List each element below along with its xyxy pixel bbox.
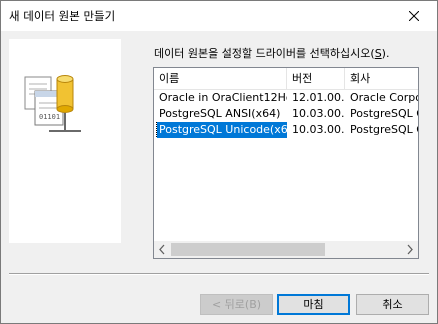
horizontal-scrollbar[interactable]	[154, 241, 418, 258]
svg-text:01101: 01101	[39, 113, 60, 121]
scrollbar-thumb[interactable]	[171, 243, 325, 256]
driver-company: PostgreSQL Gl	[350, 123, 418, 136]
driver-name-cell: PostgreSQL Unicode(x64)	[154, 122, 287, 138]
finish-button[interactable]: 마침	[277, 294, 350, 315]
list-item[interactable]: Oracle in OraClient12Home1 12.01.00.02 O…	[154, 90, 418, 106]
column-header-company[interactable]: 회사	[345, 68, 418, 89]
dialog-client-area: 01101 데이터 원본을 설정할 드라이버를 선택하십시오(S). 이름 버전	[1, 31, 437, 323]
list-item-selected[interactable]: PostgreSQL Unicode(x64) 10.03.00.00 Post…	[154, 122, 418, 138]
list-item[interactable]: PostgreSQL ANSI(x64) 10.03.00.00 Postgre…	[154, 106, 418, 122]
wizard-image: 01101	[9, 39, 121, 243]
scroll-right-button[interactable]	[401, 241, 418, 258]
instruction-label: 데이터 원본을 설정할 드라이버를 선택하십시오(S).	[154, 45, 389, 61]
driver-list-header: 이름 버전 회사	[154, 68, 418, 90]
separator-line	[9, 273, 429, 275]
window-title: 새 데이터 원본 만들기	[9, 9, 116, 23]
instruction-accelerator: S	[374, 47, 382, 60]
driver-list[interactable]: 이름 버전 회사 Oracle in OraClient12Home1 12.0…	[153, 67, 419, 259]
back-button[interactable]: < 뒤로(B)	[200, 294, 273, 315]
driver-name: PostgreSQL ANSI(x64)	[159, 107, 281, 120]
instruction-text-end: ).	[381, 47, 390, 60]
driver-name: PostgreSQL Unicode(x64)	[155, 122, 287, 138]
scroll-left-button[interactable]	[154, 241, 171, 258]
title-bar[interactable]: 새 데이터 원본 만들기	[1, 1, 437, 31]
instruction-text: 데이터 원본을 설정할 드라이버를 선택하십시오(	[154, 47, 375, 60]
column-header-version[interactable]: 버전	[287, 68, 345, 89]
driver-version: 12.01.00.02	[292, 91, 345, 104]
data-source-icon: 01101	[24, 75, 81, 132]
driver-company: PostgreSQL Gl	[350, 107, 418, 120]
chevron-right-icon	[407, 244, 413, 255]
chevron-left-icon	[159, 244, 165, 255]
driver-version: 10.03.00.00	[292, 107, 345, 120]
driver-name: Oracle in OraClient12Home1	[159, 91, 287, 104]
column-header-name[interactable]: 이름	[154, 68, 287, 89]
driver-company: Oracle Corpor	[350, 91, 418, 104]
driver-version: 10.03.00.00	[292, 123, 345, 136]
close-button[interactable]	[391, 1, 437, 31]
cancel-button[interactable]: 취소	[356, 294, 429, 315]
close-icon	[409, 11, 419, 21]
create-data-source-dialog: 새 데이터 원본 만들기 01101 데이터 원본을 설정할 드라이버를 선택하…	[0, 0, 438, 324]
